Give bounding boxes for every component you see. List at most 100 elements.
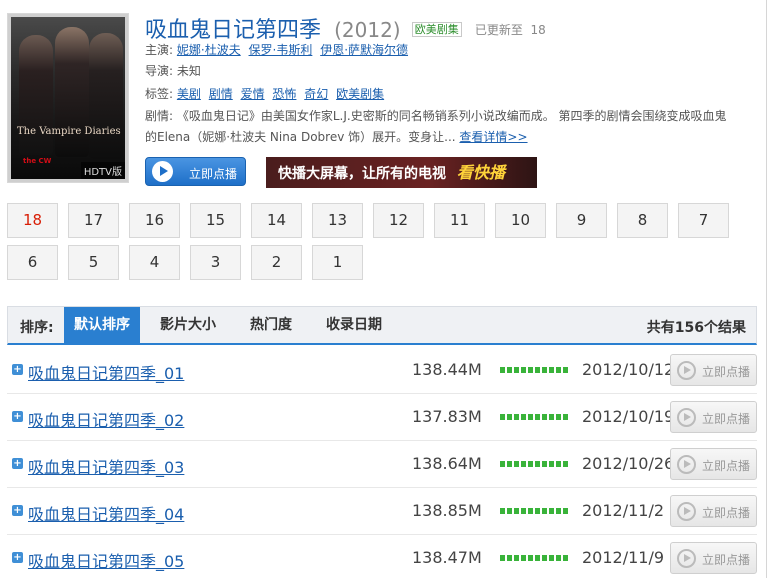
poster-title-text: The Vampire Diaries	[17, 126, 121, 137]
tags-label: 标签:	[145, 87, 174, 101]
director-value: 未知	[176, 64, 201, 78]
actors-label: 主演:	[145, 43, 174, 57]
play-now-label: 立即点播	[702, 412, 751, 426]
episode-button[interactable]: 3	[190, 245, 241, 280]
page-title: 吸血鬼日记第四季	[145, 18, 322, 43]
poster-network-logo: the CW	[23, 157, 52, 165]
episode-link[interactable]: 吸血鬼日记第四季_01	[28, 360, 184, 384]
play-now-label: 立即点播	[702, 553, 751, 567]
result-row: + 吸血鬼日记第四季_05 138.47M 2012/11/9 立即点播	[7, 535, 757, 578]
poster-figure	[89, 33, 123, 159]
episode-button[interactable]: 2	[251, 245, 302, 280]
play-now-label: 立即点播	[702, 506, 751, 520]
episode-button[interactable]: 4	[129, 245, 180, 280]
actors-line: 主演: 妮娜·杜波夫 保罗·韦斯利 伊恩·萨默海尔德	[145, 41, 412, 58]
episode-button[interactable]: 10	[495, 203, 546, 238]
tags-line: 标签: 美剧 剧情 爱情 恐怖 奇幻 欧美剧集	[145, 85, 388, 102]
tag-link[interactable]: 欧美剧集	[336, 87, 384, 101]
poster-image[interactable]: The Vampire Diaries the CW HDTV版	[7, 13, 129, 183]
popularity-bar	[500, 555, 568, 562]
updated-label: 已更新至	[474, 23, 523, 37]
episode-link[interactable]: 吸血鬼日记第四季_05	[28, 548, 184, 572]
episode-link[interactable]: 吸血鬼日记第四季_02	[28, 407, 184, 431]
sort-label: 排序:	[20, 320, 54, 336]
plot-text: 《吸血鬼日记》由美国女作家L.J.史密斯的同名畅销系列小说改编而成。 第四季的剧…	[145, 109, 727, 144]
episode-button[interactable]: 12	[373, 203, 424, 238]
play-icon	[677, 455, 696, 474]
tag-link[interactable]: 剧情	[209, 87, 233, 101]
episode-button[interactable]: 11	[434, 203, 485, 238]
hdtv-badge: HDTV版	[80, 162, 125, 179]
play-now-button[interactable]: 立即点播	[670, 401, 757, 433]
play-now-label: 立即点播	[702, 365, 751, 379]
episode-button[interactable]: 17	[68, 203, 119, 238]
updated-status: 已更新至 18	[475, 23, 546, 37]
popularity-bar	[500, 508, 568, 515]
play-now-button[interactable]: 立即点播	[670, 448, 757, 480]
tab-default-sort[interactable]: 默认排序	[64, 307, 140, 344]
tag-link[interactable]: 美剧	[177, 87, 201, 101]
plot-line: 剧情: 《吸血鬼日记》由美国女作家L.J.史密斯的同名畅销系列小说改编而成。 第…	[145, 106, 735, 148]
tab-date-sort[interactable]: 收录日期	[316, 307, 392, 344]
play-icon	[152, 161, 173, 182]
episode-button[interactable]: 8	[617, 203, 668, 238]
qvod-ad-banner[interactable]: 快播大屏幕，让所有的电视 看快播	[266, 157, 537, 188]
result-row: + 吸血鬼日记第四季_04 138.85M 2012/11/2 立即点播	[7, 488, 757, 535]
results-count: 共有156个结果	[646, 320, 746, 336]
expand-icon[interactable]: +	[12, 458, 23, 469]
result-row: + 吸血鬼日记第四季_03 138.64M 2012/10/26 立即点播	[7, 441, 757, 488]
play-now-button[interactable]: 立即点播	[670, 542, 757, 574]
tab-popularity-sort[interactable]: 热门度	[236, 307, 306, 344]
episode-button[interactable]: 14	[251, 203, 302, 238]
play-now-button[interactable]: 立即点播	[670, 495, 757, 527]
episode-button[interactable]: 5	[68, 245, 119, 280]
updated-episode: 18	[530, 23, 546, 37]
result-row: + 吸血鬼日记第四季_02 137.83M 2012/10/19 立即点播	[7, 394, 757, 441]
episode-link[interactable]: 吸血鬼日记第四季_03	[28, 454, 184, 478]
popularity-bar	[500, 461, 568, 468]
tab-size-sort[interactable]: 影片大小	[150, 307, 226, 344]
play-icon	[677, 408, 696, 427]
banner-text: 快播大屏幕，让所有的电视	[278, 166, 446, 182]
episode-button[interactable]: 15	[190, 203, 241, 238]
added-date: 2012/11/9	[582, 548, 665, 567]
play-icon	[677, 361, 696, 380]
episode-button[interactable]: 6	[7, 245, 58, 280]
actor-link[interactable]: 保罗·韦斯利	[249, 43, 313, 57]
file-size: 137.83M	[412, 407, 482, 426]
expand-icon[interactable]: +	[12, 505, 23, 516]
poster-figure	[55, 27, 89, 157]
show-year: (2012)	[334, 18, 401, 42]
poster-figure	[19, 35, 53, 155]
episode-button[interactable]: 7	[678, 203, 729, 238]
file-size: 138.47M	[412, 548, 482, 567]
episode-button[interactable]: 1	[312, 245, 363, 280]
actor-link[interactable]: 伊恩·萨默海尔德	[320, 43, 408, 57]
added-date: 2012/10/26	[582, 454, 675, 473]
expand-icon[interactable]: +	[12, 364, 23, 375]
sort-bar: 排序: 默认排序 影片大小 热门度 收录日期 共有156个结果	[7, 306, 757, 345]
episode-button[interactable]: 18	[7, 203, 58, 238]
expand-icon[interactable]: +	[12, 552, 23, 563]
title-row: 吸血鬼日记第四季 (2012) 欧美剧集 已更新至 18	[145, 12, 546, 44]
more-details-link[interactable]: 查看详情>>	[459, 130, 527, 144]
play-now-button[interactable]: 立即点播	[670, 354, 757, 386]
episode-button[interactable]: 9	[556, 203, 607, 238]
actor-link[interactable]: 妮娜·杜波夫	[177, 43, 241, 57]
play-now-button[interactable]: 立即点播	[145, 157, 246, 186]
episode-button[interactable]: 13	[312, 203, 363, 238]
added-date: 2012/11/2	[582, 501, 665, 520]
play-now-label: 立即点播	[189, 167, 238, 181]
tag-link[interactable]: 爱情	[241, 87, 265, 101]
popularity-bar	[500, 367, 568, 374]
director-line: 导演: 未知	[145, 62, 201, 79]
episode-button[interactable]: 16	[129, 203, 180, 238]
genre-badge[interactable]: 欧美剧集	[411, 22, 462, 37]
episode-link[interactable]: 吸血鬼日记第四季_04	[28, 501, 184, 525]
expand-icon[interactable]: +	[12, 411, 23, 422]
director-label: 导演:	[145, 64, 174, 78]
tag-link[interactable]: 奇幻	[304, 87, 328, 101]
file-size: 138.64M	[412, 454, 482, 473]
added-date: 2012/10/12	[582, 360, 675, 379]
tag-link[interactable]: 恐怖	[272, 87, 296, 101]
